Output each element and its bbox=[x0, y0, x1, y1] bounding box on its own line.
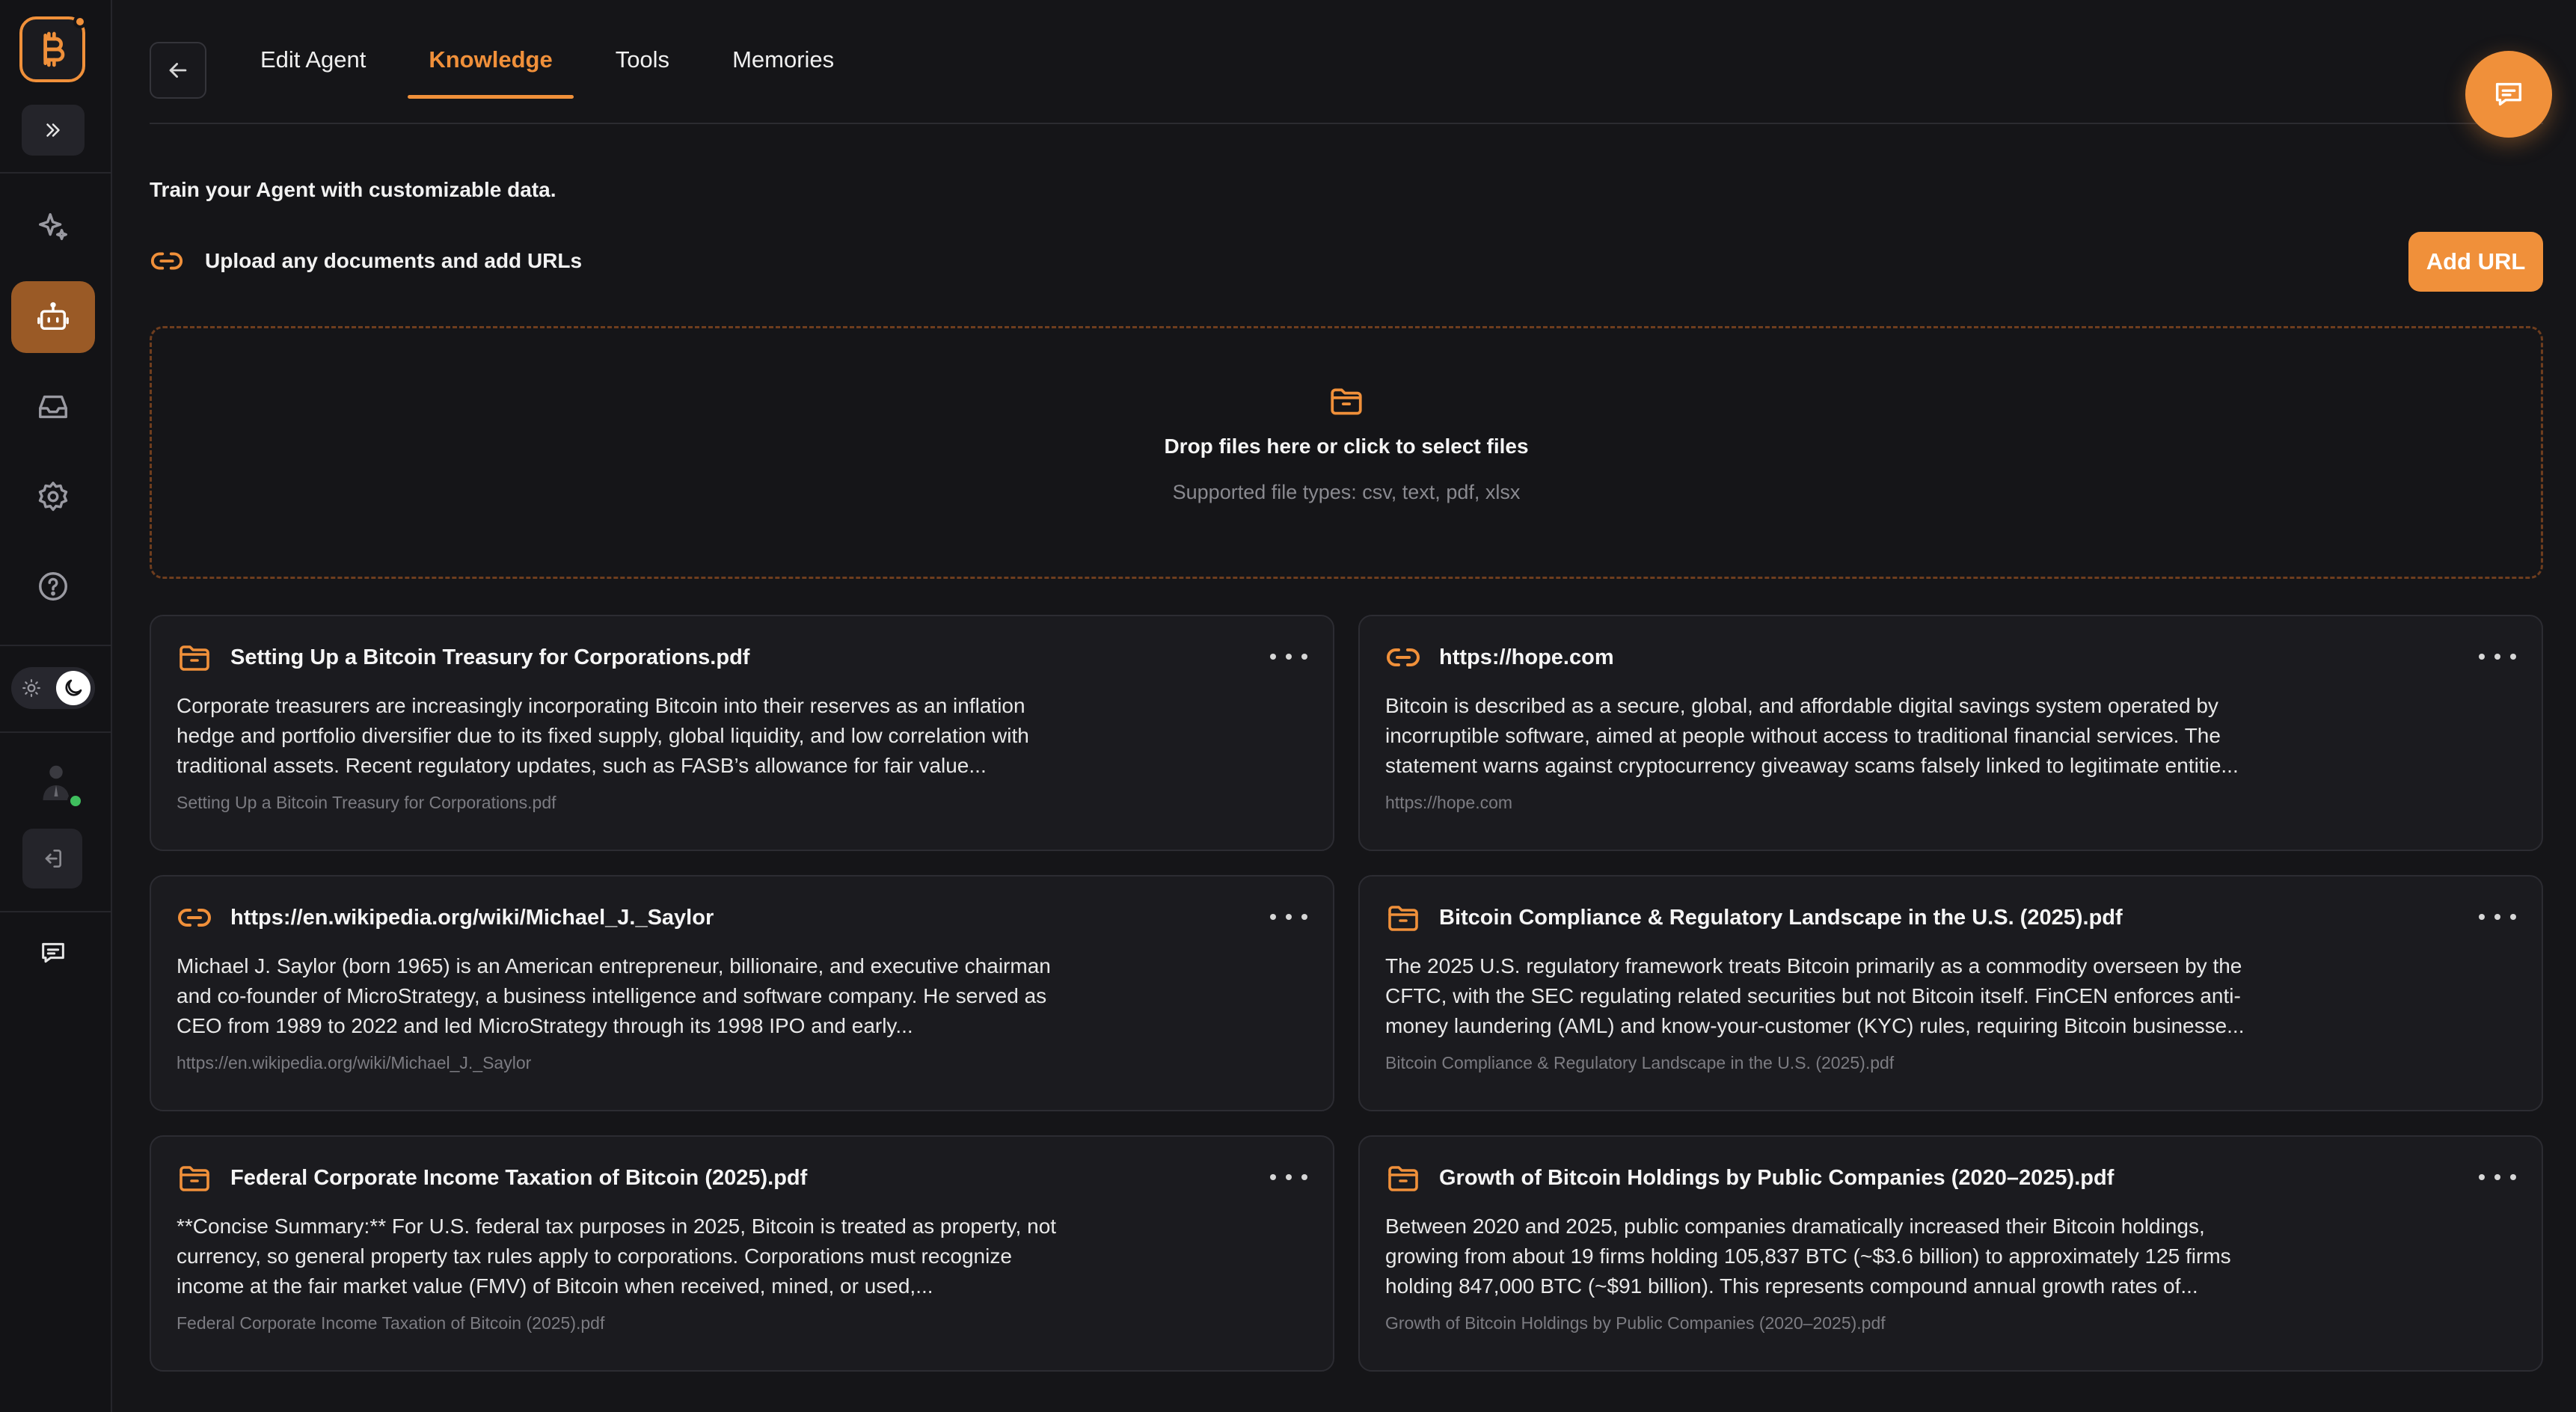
card-title: Setting Up a Bitcoin Treasury for Corpor… bbox=[230, 645, 750, 669]
more-options-icon[interactable] bbox=[1270, 1162, 1307, 1192]
bitcoin-logo-icon[interactable] bbox=[19, 15, 87, 82]
card-source: Setting Up a Bitcoin Treasury for Corpor… bbox=[177, 793, 556, 812]
card-source: Growth of Bitcoin Holdings by Public Com… bbox=[1385, 1313, 1886, 1333]
card-description: Bitcoin is described as a secure, global… bbox=[1385, 694, 2239, 777]
app-root: Edit Agent Knowledge Tools Memories Trai… bbox=[0, 0, 2576, 1412]
logout-icon bbox=[45, 850, 61, 868]
card-description: Between 2020 and 2025, public companies … bbox=[1385, 1215, 2231, 1298]
page-intro: Train your Agent with customizable data. bbox=[150, 178, 556, 201]
logout-button[interactable] bbox=[22, 829, 82, 888]
back-button[interactable] bbox=[150, 42, 206, 99]
tab-tools[interactable]: Tools bbox=[595, 39, 690, 99]
sidebar bbox=[0, 0, 112, 1412]
sidebar-item-settings[interactable] bbox=[11, 461, 95, 532]
card-description: Corporate treasurers are increasingly in… bbox=[177, 694, 1029, 777]
knowledge-card[interactable]: Setting Up a Bitcoin Treasury for Corpor… bbox=[150, 615, 1334, 851]
chat-bubble-icon bbox=[42, 942, 64, 963]
upload-row: Upload any documents and add URLs bbox=[150, 244, 582, 278]
card-source: Bitcoin Compliance & Regulatory Landscap… bbox=[1385, 1053, 1895, 1072]
folder-icon bbox=[1331, 388, 1362, 415]
card-source: https://hope.com bbox=[1385, 793, 1513, 812]
sidebar-item-agents[interactable] bbox=[11, 281, 95, 353]
sidebar-item-help[interactable] bbox=[11, 550, 95, 622]
tab-memories[interactable]: Memories bbox=[711, 39, 855, 99]
add-url-button[interactable]: Add URL bbox=[2408, 232, 2543, 292]
chat-bubble-icon bbox=[2495, 82, 2522, 106]
knowledge-card[interactable]: https://hope.com Bitcoin is described as… bbox=[1358, 615, 2543, 851]
inbox-icon bbox=[39, 395, 67, 419]
gear-icon bbox=[38, 482, 68, 512]
card-title: https://hope.com bbox=[1439, 645, 1614, 669]
help-circle-icon bbox=[39, 572, 67, 601]
sidebar-item-feedback[interactable] bbox=[11, 917, 95, 989]
card-description: The 2025 U.S. regulatory framework treat… bbox=[1385, 954, 2245, 1037]
notification-dot bbox=[73, 15, 87, 28]
folder-icon bbox=[180, 645, 209, 671]
link-icon bbox=[1387, 648, 1420, 666]
double-chevron-right-icon bbox=[46, 123, 60, 137]
link-icon bbox=[178, 909, 211, 927]
more-options-icon[interactable] bbox=[2479, 902, 2516, 932]
sparkle-icon bbox=[39, 213, 67, 241]
avatar[interactable] bbox=[28, 754, 84, 809]
card-description: **Concise Summary:** For U.S. federal ta… bbox=[177, 1215, 1057, 1298]
card-title: Bitcoin Compliance & Regulatory Landscap… bbox=[1439, 905, 2123, 930]
theme-toggle[interactable] bbox=[11, 667, 95, 709]
folder-icon bbox=[1388, 1166, 1418, 1191]
dropzone-title: Drop files here or click to select files bbox=[1164, 435, 1529, 458]
knowledge-card[interactable]: https://en.wikipedia.org/wiki/Michael_J.… bbox=[150, 875, 1334, 1111]
more-options-icon[interactable] bbox=[1270, 902, 1307, 932]
sidebar-item-sparkle[interactable] bbox=[11, 191, 95, 263]
tab-divider bbox=[150, 123, 2543, 124]
sidebar-divider bbox=[0, 911, 112, 912]
tab-edit-agent[interactable]: Edit Agent bbox=[239, 39, 387, 99]
sun-icon bbox=[22, 679, 40, 697]
tab-bar: Edit Agent Knowledge Tools Memories bbox=[239, 39, 855, 99]
sidebar-item-inbox[interactable] bbox=[11, 371, 95, 443]
card-title: Growth of Bitcoin Holdings by Public Com… bbox=[1439, 1165, 2115, 1190]
sidebar-divider bbox=[0, 645, 112, 646]
sidebar-divider bbox=[0, 172, 112, 174]
card-source: Federal Corporate Income Taxation of Bit… bbox=[177, 1313, 605, 1333]
chat-fab-button[interactable] bbox=[2465, 51, 2552, 138]
card-source: https://en.wikipedia.org/wiki/Michael_J.… bbox=[177, 1053, 532, 1072]
knowledge-card[interactable]: Growth of Bitcoin Holdings by Public Com… bbox=[1358, 1135, 2543, 1372]
knowledge-card[interactable]: Federal Corporate Income Taxation of Bit… bbox=[150, 1135, 1334, 1372]
expand-sidebar-button[interactable] bbox=[22, 105, 85, 156]
file-dropzone[interactable]: Drop files here or click to select files… bbox=[150, 326, 2543, 579]
card-title: Federal Corporate Income Taxation of Bit… bbox=[230, 1165, 808, 1190]
moon-icon bbox=[56, 671, 91, 705]
more-options-icon[interactable] bbox=[2479, 642, 2516, 672]
link-icon bbox=[150, 252, 183, 270]
dropzone-subtitle: Supported file types: csv, text, pdf, xl… bbox=[1172, 481, 1521, 503]
robot-icon bbox=[37, 302, 69, 331]
upload-label: Upload any documents and add URLs bbox=[205, 249, 583, 272]
card-title: https://en.wikipedia.org/wiki/Michael_J.… bbox=[230, 905, 714, 930]
sidebar-divider bbox=[0, 731, 112, 733]
card-description: Michael J. Saylor (born 1965) is an Amer… bbox=[177, 954, 1051, 1037]
folder-icon bbox=[1388, 906, 1418, 931]
more-options-icon[interactable] bbox=[2479, 1162, 2516, 1192]
arrow-left-icon bbox=[169, 63, 187, 78]
knowledge-card[interactable]: Bitcoin Compliance & Regulatory Landscap… bbox=[1358, 875, 2543, 1111]
more-options-icon[interactable] bbox=[1270, 642, 1307, 672]
tab-knowledge[interactable]: Knowledge bbox=[408, 39, 574, 99]
online-status-dot bbox=[67, 793, 84, 809]
folder-icon bbox=[180, 1166, 209, 1191]
